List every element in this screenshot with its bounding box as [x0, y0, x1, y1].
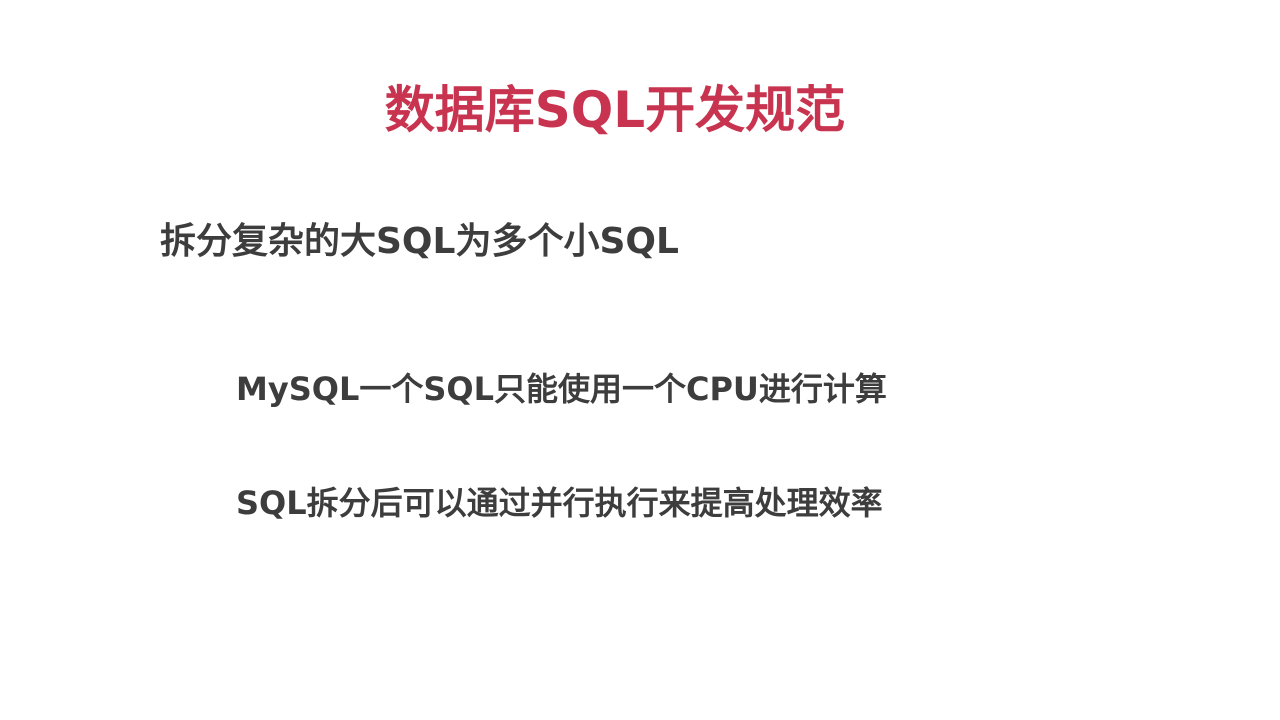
- slide: 数据库SQL开发规范 拆分复杂的大SQL为多个小SQL MySQL一个SQL只能…: [0, 0, 1280, 720]
- bullet-point: SQL拆分后可以通过并行执行来提高处理效率: [236, 484, 883, 522]
- bullet-point: MySQL一个SQL只能使用一个CPU进行计算: [236, 370, 887, 408]
- slide-subtitle: 拆分复杂的大SQL为多个小SQL: [160, 221, 679, 262]
- slide-title: 数据库SQL开发规范: [384, 81, 846, 139]
